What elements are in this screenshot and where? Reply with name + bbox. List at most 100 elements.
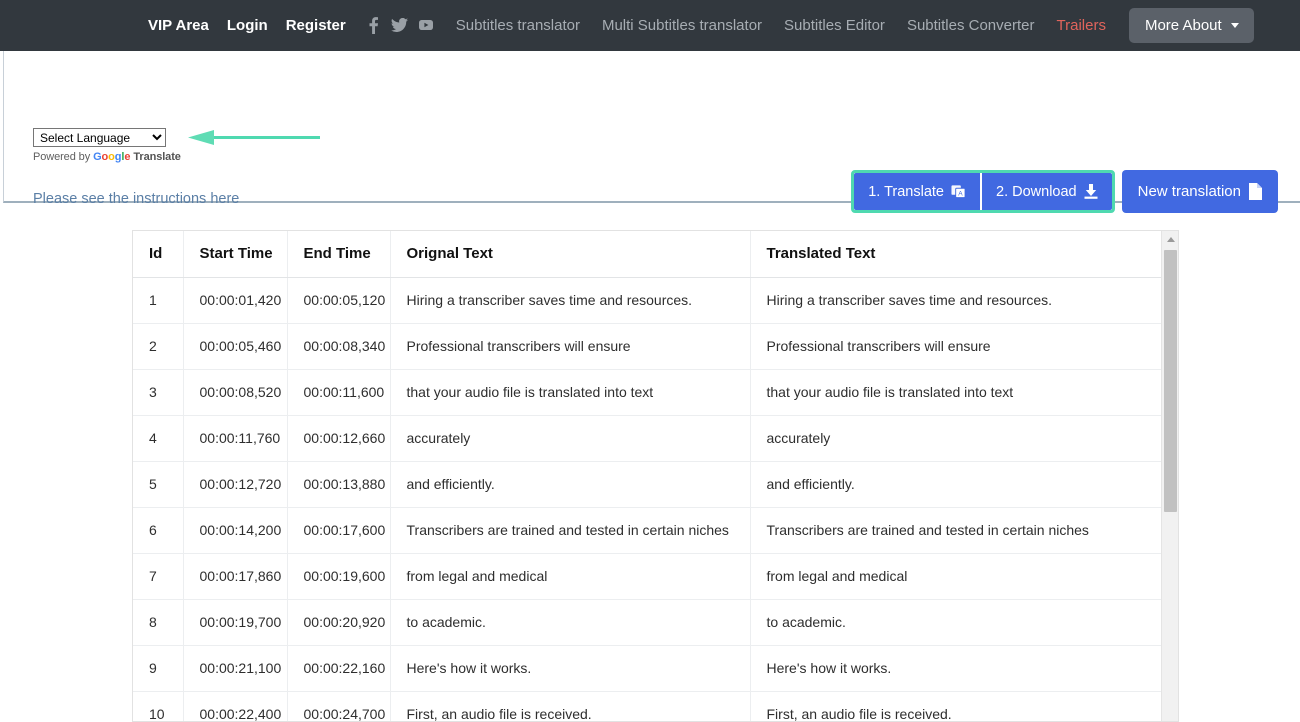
new-translation-button-label: New translation [1137,183,1241,200]
language-select[interactable]: Select Language [33,128,166,147]
nav-link-subtitles-converter[interactable]: Subtitles Converter [896,0,1046,51]
column-header-original-text: Orignal Text [390,231,751,278]
new-document-icon [1248,183,1262,200]
nav-link-subtitles-editor[interactable]: Subtitles Editor [773,0,896,51]
cell-end-time: 00:00:19,600 [287,553,391,600]
table-row[interactable]: 4 00:00:11,760 00:00:12,660 accurately accur… [133,415,1162,462]
scroll-up-button[interactable] [1162,231,1178,248]
table-row[interactable]: 7 00:00:17,860 00:00:19,600 from legal and … [133,553,1162,600]
cell-start-time: 00:00:14,200 [183,507,288,554]
cell-start-time: 00:00:05,460 [183,323,288,370]
cell-translated-text: Transcribers are trained and tested in c… [750,507,1162,554]
cell-end-time: 00:00:20,920 [287,599,391,646]
cell-original-text: that your audio file is translated into … [390,369,751,416]
cell-original-text: Transcribers are trained and tested in c… [390,507,751,554]
subtitles-table: Id Start Time End Time Orignal Text Tran… [133,231,1162,721]
translate-button-label: 1. Translate [868,183,944,200]
cell-translated-text: Professional transcribers will ensure [750,323,1162,370]
cell-start-time: 00:00:17,860 [183,553,288,600]
cell-end-time: 00:00:05,120 [287,277,391,324]
nav-link-register[interactable]: Register [277,0,355,51]
cell-id: 3 [133,369,184,416]
more-about-label: More About [1144,17,1222,34]
table-row[interactable]: 9 00:00:21,100 00:00:22,160 Here's how it w… [133,645,1162,692]
table-body: 1 00:00:01,420 00:00:05,120 Hiring a transc… [133,277,1162,721]
table-row[interactable]: 8 00:00:19,700 00:00:20,920 to academic. to … [133,599,1162,646]
cell-end-time: 00:00:11,600 [287,369,391,416]
subtitles-table-container: Id Start Time End Time Orignal Text Tran… [132,230,1179,722]
table-row[interactable]: 6 00:00:14,200 00:00:17,600 Transcribers ar… [133,507,1162,554]
cell-id: 7 [133,553,184,600]
svg-text:A: A [958,190,963,197]
nav-link-login[interactable]: Login [218,0,277,51]
cell-start-time: 00:00:11,760 [183,415,288,462]
powered-by-google-translate: Powered by Google Translate [33,151,181,163]
cell-original-text: and efficiently. [390,461,751,508]
cell-start-time: 00:00:01,420 [183,277,288,324]
scrollbar-thumb[interactable] [1164,250,1177,512]
cell-start-time: 00:00:19,700 [183,599,288,646]
table-header-row: Id Start Time End Time Orignal Text Tran… [133,231,1162,278]
instructions-link[interactable]: Please see the instructions here [33,191,239,207]
cell-original-text: accurately [390,415,751,462]
table-header: Id Start Time End Time Orignal Text Tran… [133,231,1162,278]
cell-id: 5 [133,461,184,508]
google-logo: Google [93,151,131,163]
translate-button[interactable]: 1. Translate A [854,173,980,210]
translate-icon: A [951,184,966,199]
toolbar-panel: Select Language Powered by Google Transl… [3,51,1300,213]
cell-original-text: Professional transcribers will ensure [390,323,751,370]
table-row[interactable]: 1 00:00:01,420 00:00:05,120 Hiring a transc… [133,277,1162,324]
download-icon [1084,184,1098,199]
cell-original-text: Hiring a transcriber saves time and reso… [390,277,751,324]
cell-end-time: 00:00:12,660 [287,415,391,462]
column-header-end-time: End Time [287,231,391,278]
cell-translated-text: and efficiently. [750,461,1162,508]
social-links [355,16,445,35]
cell-translated-text: that your audio file is translated into … [750,369,1162,416]
cell-end-time: 00:00:22,160 [287,645,391,692]
facebook-icon[interactable] [361,16,387,35]
cell-original-text: from legal and medical [390,553,751,600]
cell-id: 8 [133,599,184,646]
table-row[interactable]: 3 00:00:08,520 00:00:11,600 that your audio… [133,369,1162,416]
nav-link-vip-area[interactable]: VIP Area [139,0,218,51]
cell-translated-text: First, an audio file is received. [750,691,1162,721]
cell-id: 6 [133,507,184,554]
action-button-row: 1. Translate A 2. Download New translati… [851,170,1278,213]
table-row[interactable]: 5 00:00:12,720 00:00:13,880 and efficiently… [133,461,1162,508]
cell-original-text: Here's how it works. [390,645,751,692]
nav-link-trailers[interactable]: Trailers [1046,0,1117,51]
powered-by-suffix: Translate [133,151,181,163]
more-about-button[interactable]: More About [1128,8,1254,43]
navbar-items: VIP Area Login Register Subtitles transl… [139,0,1254,51]
nav-link-subtitles-translator[interactable]: Subtitles translator [445,0,591,51]
top-navbar: VIP Area Login Register Subtitles transl… [0,0,1300,51]
cell-start-time: 00:00:08,520 [183,369,288,416]
cell-id: 10 [133,691,184,721]
table-row[interactable]: 10 00:00:22,400 00:00:24,700 First, an audi… [133,691,1162,721]
cell-id: 2 [133,323,184,370]
cell-translated-text: from legal and medical [750,553,1162,600]
new-translation-button[interactable]: New translation [1121,170,1278,213]
table-vertical-scrollbar[interactable] [1161,231,1178,721]
cell-id: 1 [133,277,184,324]
table-row[interactable]: 2 00:00:05,460 00:00:08,340 Professional tr… [133,323,1162,370]
cell-original-text: to academic. [390,599,751,646]
cell-translated-text: Here's how it works. [750,645,1162,692]
cell-id: 9 [133,645,184,692]
nav-link-multi-subtitles-translator[interactable]: Multi Subtitles translator [591,0,773,51]
cell-translated-text: accurately [750,415,1162,462]
cell-start-time: 00:00:12,720 [183,461,288,508]
youtube-icon[interactable] [413,17,439,35]
cell-end-time: 00:00:17,600 [287,507,391,554]
download-button-label: 2. Download [996,183,1077,200]
twitter-icon[interactable] [387,17,413,35]
powered-by-prefix: Powered by [33,151,91,163]
download-button[interactable]: 2. Download [980,173,1112,210]
column-header-id: Id [133,231,184,278]
chevron-down-icon [1230,23,1239,28]
cell-end-time: 00:00:24,700 [287,691,391,721]
cell-start-time: 00:00:22,400 [183,691,288,721]
highlighted-button-group: 1. Translate A 2. Download [851,170,1115,213]
